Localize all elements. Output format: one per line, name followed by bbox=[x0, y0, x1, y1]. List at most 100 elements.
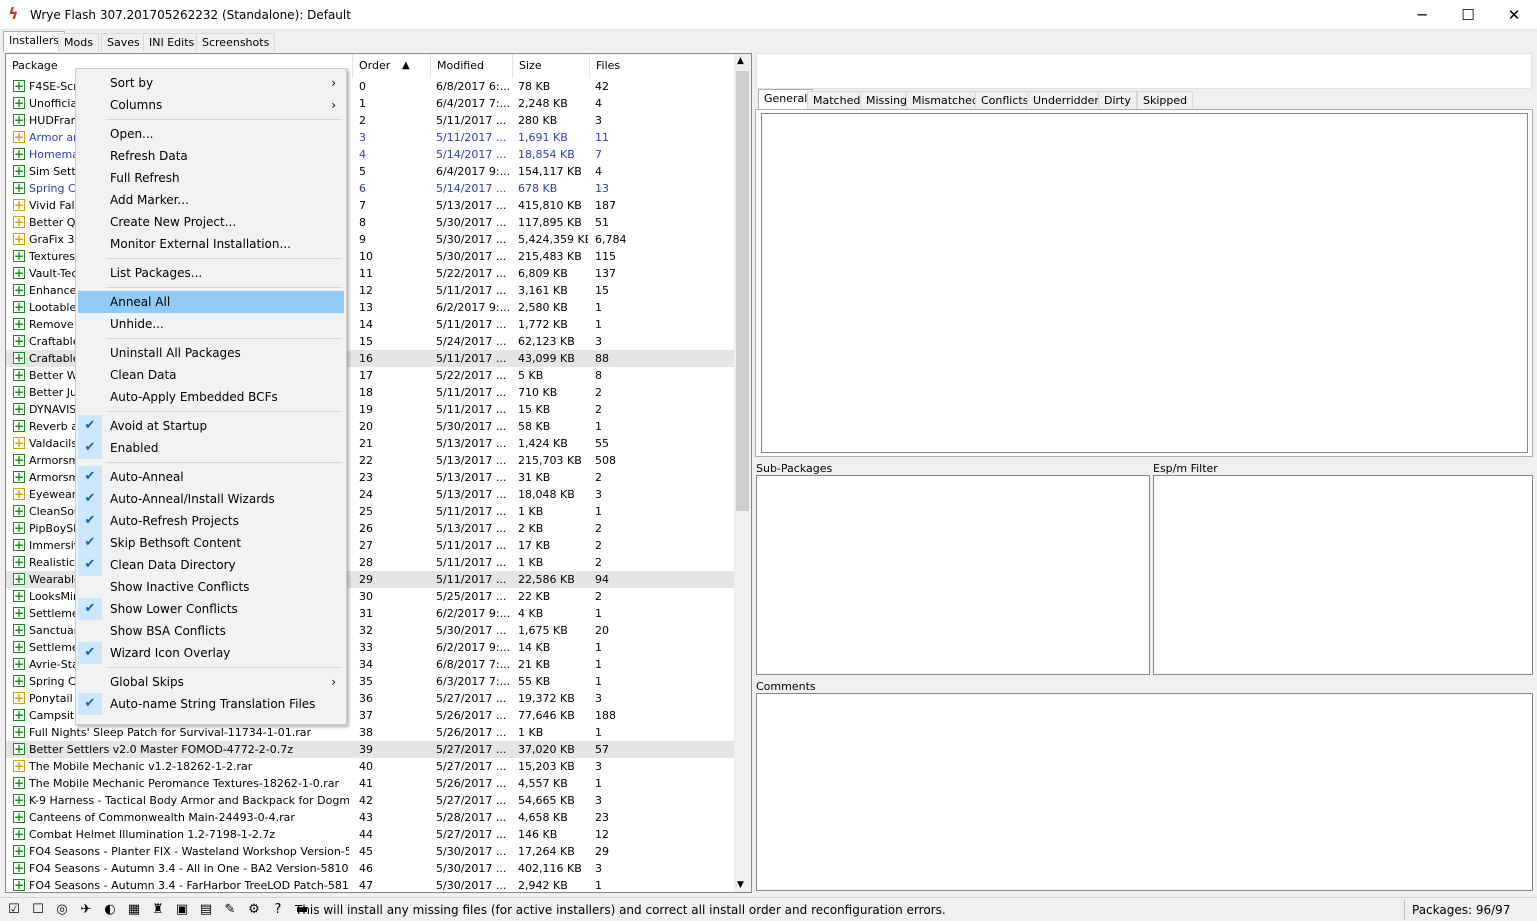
menu-item[interactable]: ✔ Clean Data Directory bbox=[78, 554, 344, 576]
table-row[interactable]: + Full Nights' Sleep Patch for Survival-1… bbox=[6, 724, 735, 741]
install-status-icon[interactable]: + bbox=[13, 352, 25, 364]
menu-item[interactable]: Unhide... bbox=[78, 313, 344, 335]
table-row[interactable]: + FO4 Seasons - Planter FIX - Wasteland W… bbox=[6, 843, 735, 860]
menu-item[interactable]: Show BSA Conflicts bbox=[78, 620, 344, 642]
menu-item[interactable]: ✔ Show Lower Conflicts bbox=[78, 598, 344, 620]
column-size[interactable]: Size bbox=[513, 54, 590, 78]
table-row[interactable]: + FO4 Seasons - Autumn 3.4 - All in One -… bbox=[6, 860, 735, 877]
install-status-icon[interactable]: + bbox=[13, 199, 25, 211]
details-tab[interactable]: Mismatched bbox=[906, 91, 985, 110]
install-status-icon[interactable]: + bbox=[13, 709, 25, 721]
table-row[interactable]: + Combat Helmet Illumination 1.2-7198-1-2… bbox=[6, 826, 735, 843]
install-status-icon[interactable]: + bbox=[13, 148, 25, 160]
menu-item[interactable]: ✔ Enabled bbox=[78, 437, 344, 459]
menu-item[interactable]: ✔ Skip Bethsoft Content bbox=[78, 532, 344, 554]
menu-item[interactable]: Refresh Data bbox=[78, 145, 344, 167]
details-tab[interactable]: Matched bbox=[807, 91, 867, 110]
comments-field[interactable] bbox=[756, 693, 1533, 891]
install-status-icon[interactable]: + bbox=[13, 97, 25, 109]
install-status-icon[interactable]: + bbox=[13, 760, 25, 772]
install-status-icon[interactable]: + bbox=[13, 794, 25, 806]
image-icon[interactable]: ▣ bbox=[174, 902, 190, 918]
install-status-icon[interactable]: + bbox=[13, 522, 25, 534]
install-status-icon[interactable]: + bbox=[13, 335, 25, 347]
install-status-icon[interactable]: + bbox=[13, 675, 25, 687]
details-tab[interactable]: Skipped bbox=[1137, 91, 1194, 110]
table-row[interactable]: + Canteens of Commonwealth Main-24493-0-4… bbox=[6, 809, 735, 826]
menu-item[interactable]: ✔ Auto-name String Translation Files bbox=[78, 693, 344, 715]
tes-icon[interactable]: ♜ bbox=[150, 902, 166, 918]
scroll-down-icon[interactable]: ▼ bbox=[737, 880, 744, 890]
install-status-icon[interactable]: + bbox=[13, 403, 25, 415]
edit-icon[interactable]: ✎ bbox=[222, 902, 238, 918]
tab-saves[interactable]: Saves bbox=[101, 33, 146, 52]
install-status-icon[interactable]: + bbox=[13, 539, 25, 551]
install-status-icon[interactable]: + bbox=[13, 420, 25, 432]
details-tab[interactable]: Underridden bbox=[1027, 91, 1108, 110]
menu-item[interactable]: Global Skips › bbox=[78, 671, 344, 693]
help-icon[interactable]: ? bbox=[270, 902, 286, 918]
table-row[interactable]: + FO4 Seasons - Autumn 3.4 - FarHarbor Tr… bbox=[6, 877, 735, 892]
install-status-icon[interactable]: + bbox=[13, 862, 25, 874]
details-tab[interactable]: General bbox=[758, 89, 814, 110]
menu-item[interactable]: ✔ Auto-Anneal bbox=[78, 466, 344, 488]
menu-item[interactable]: ✔ Wizard Icon Overlay bbox=[78, 642, 344, 664]
menu-item[interactable]: ✔ Auto-Refresh Projects bbox=[78, 510, 344, 532]
menu-item[interactable]: Clean Data bbox=[78, 364, 344, 386]
install-status-icon[interactable]: + bbox=[13, 437, 25, 449]
install-status-icon[interactable]: + bbox=[13, 369, 25, 381]
install-status-icon[interactable]: + bbox=[13, 471, 25, 483]
install-status-icon[interactable]: + bbox=[13, 726, 25, 738]
menu-item[interactable]: Monitor External Installation... bbox=[78, 233, 344, 255]
install-status-icon[interactable]: + bbox=[13, 284, 25, 296]
column-modified[interactable]: Modified bbox=[431, 54, 513, 78]
scrollbar-thumb[interactable] bbox=[736, 71, 749, 511]
install-status-icon[interactable]: + bbox=[13, 845, 25, 857]
maximize-button[interactable]: ☐ bbox=[1445, 0, 1491, 30]
general-text-area[interactable] bbox=[761, 113, 1528, 453]
film-icon[interactable]: ▦ bbox=[126, 902, 142, 918]
scroll-up-icon[interactable]: ▲ bbox=[737, 56, 744, 66]
install-status-icon[interactable]: + bbox=[13, 250, 25, 262]
menu-item[interactable]: Auto-Apply Embedded BCFs bbox=[78, 386, 344, 408]
checkbox-icon[interactable]: ☑ bbox=[6, 902, 22, 918]
menu-item[interactable]: ✔ Auto-Anneal/Install Wizards bbox=[78, 488, 344, 510]
install-status-icon[interactable]: + bbox=[13, 454, 25, 466]
install-status-icon[interactable]: + bbox=[13, 607, 25, 619]
menu-item[interactable]: List Packages... bbox=[78, 262, 344, 284]
globe-icon[interactable]: ◎ bbox=[54, 902, 70, 918]
install-status-icon[interactable]: + bbox=[13, 777, 25, 789]
install-status-icon[interactable]: + bbox=[13, 114, 25, 126]
install-status-icon[interactable]: + bbox=[13, 233, 25, 245]
tab-screenshots[interactable]: Screenshots bbox=[196, 33, 276, 52]
install-status-icon[interactable]: + bbox=[13, 879, 25, 891]
install-status-icon[interactable]: + bbox=[13, 267, 25, 279]
details-tab[interactable]: Conflicts bbox=[975, 91, 1035, 110]
tab-mods[interactable]: Mods bbox=[58, 33, 99, 52]
menu-item[interactable]: Sort by › bbox=[78, 72, 344, 94]
install-status-icon[interactable]: + bbox=[13, 488, 25, 500]
menu-item[interactable]: Create New Project... bbox=[78, 211, 344, 233]
package-name-field[interactable] bbox=[756, 53, 1532, 89]
install-status-icon[interactable]: + bbox=[13, 386, 25, 398]
install-status-icon[interactable]: + bbox=[13, 573, 25, 585]
table-row[interactable]: + The Mobile Mechanic v1.2-18262-1-2.rar 4… bbox=[6, 758, 735, 775]
menu-item[interactable]: ✔ Avoid at Startup bbox=[78, 415, 344, 437]
espm-filter-list[interactable] bbox=[1153, 475, 1533, 675]
close-button[interactable]: ✕ bbox=[1491, 0, 1537, 30]
install-status-icon[interactable]: + bbox=[13, 641, 25, 653]
install-status-icon[interactable]: + bbox=[13, 658, 25, 670]
doc-icon[interactable]: ▤ bbox=[198, 902, 214, 918]
menu-item[interactable]: Anneal All bbox=[78, 291, 344, 313]
install-status-icon[interactable]: + bbox=[13, 828, 25, 840]
list-scrollbar[interactable]: ▲ ▼ bbox=[734, 54, 751, 892]
install-status-icon[interactable]: + bbox=[13, 80, 25, 92]
plane-icon[interactable]: ✈ bbox=[78, 902, 94, 918]
menu-item[interactable]: Columns › bbox=[78, 94, 344, 116]
blender-icon[interactable]: ◐ bbox=[102, 902, 118, 918]
menu-item[interactable]: Full Refresh bbox=[78, 167, 344, 189]
tab-installers[interactable]: Installers bbox=[3, 31, 66, 52]
tab-ini-edits[interactable]: INI Edits bbox=[143, 33, 201, 52]
menu-item[interactable]: Show Inactive Conflicts bbox=[78, 576, 344, 598]
install-status-icon[interactable]: + bbox=[13, 301, 25, 313]
